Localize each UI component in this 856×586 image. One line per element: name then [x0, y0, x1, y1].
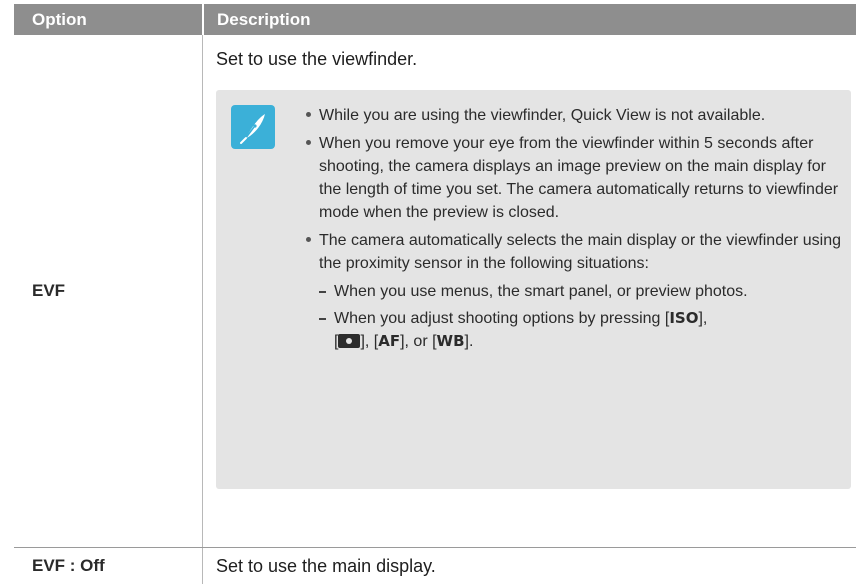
table-row: EVF : Off Set to use the main display. — [14, 548, 856, 584]
header-description: Description — [217, 10, 311, 29]
description-cell: Set to use the viewfinder. While you are… — [203, 35, 856, 547]
note-bullet: While you are using the viewfinder, Quic… — [304, 104, 844, 127]
note-bullet: When you remove your eye from the viewfi… — [304, 132, 844, 224]
note-bullet: The camera automatically selects the mai… — [304, 229, 844, 275]
iso-button-label: ISO — [669, 309, 699, 327]
options-table: Option Description EVF Set to use the vi… — [14, 4, 856, 584]
header-option: Option — [32, 10, 87, 29]
af-button-label: AF — [378, 332, 401, 350]
note-sub-bullet: When you use menus, the smart panel, or … — [304, 280, 844, 303]
af-point-icon — [338, 334, 361, 348]
note-sub-bullet: When you adjust shooting options by pres… — [304, 307, 844, 353]
note-box: While you are using the viewfinder, Quic… — [216, 90, 851, 489]
table-row: EVF Set to use the viewfinder. While you… — [14, 35, 856, 548]
option-label: EVF — [32, 281, 66, 300]
description-text: Set to use the viewfinder. — [216, 49, 418, 69]
note-pen-icon — [231, 105, 275, 149]
wb-button-label: WB — [436, 332, 465, 350]
description-text: Set to use the main display. — [216, 555, 436, 576]
note-bullets: While you are using the viewfinder, Quic… — [304, 104, 844, 357]
option-label: EVF : Off — [32, 556, 105, 575]
table-header: Option Description — [14, 4, 856, 35]
